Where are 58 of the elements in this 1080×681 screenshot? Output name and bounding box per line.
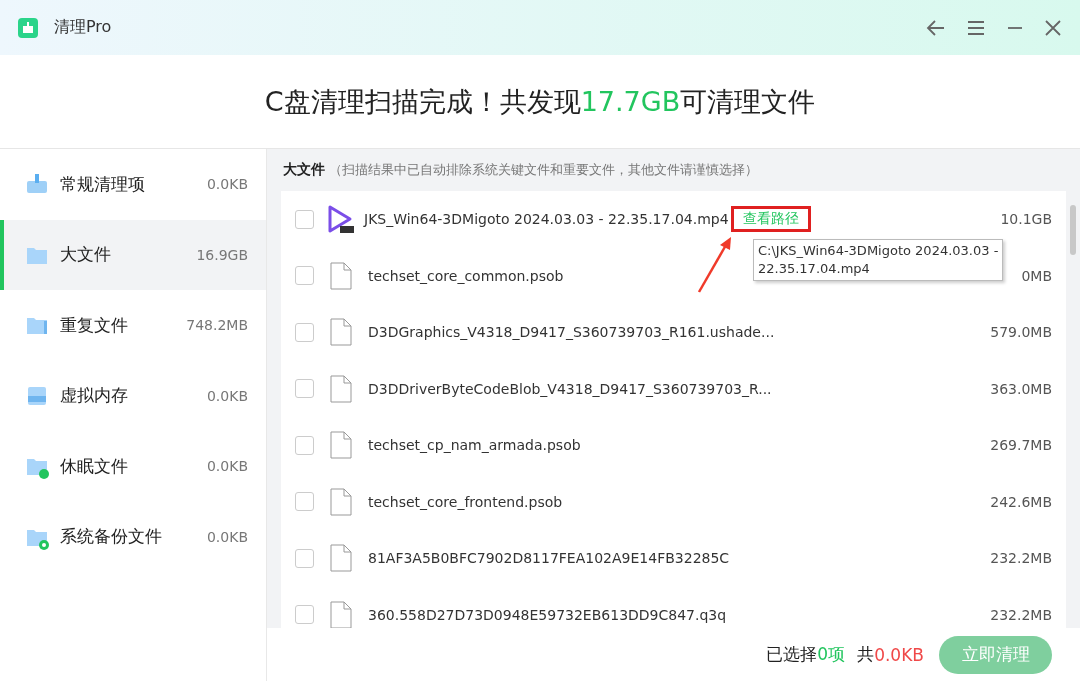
headline-text: C盘清理扫描完成！共发现	[264, 84, 581, 119]
file-name: techset_cp_nam_armada.psob	[368, 437, 581, 454]
file-name: 360.558D27D73D0948E59732EB613DD9C847.q3q	[368, 606, 727, 623]
file-icon	[330, 318, 352, 347]
play-icon	[326, 204, 354, 235]
app-logo-icon	[18, 17, 38, 38]
sidebar-size: 0.0KB	[206, 458, 248, 475]
file-size: 242.6MB	[990, 493, 1052, 510]
sidebar-label: 虚拟内存	[60, 384, 128, 408]
sidebar-label: 系统备份文件	[60, 525, 162, 549]
file-name: D3DDriverByteCodeBlob_V4318_D9417_S360739703_R...	[368, 380, 772, 397]
file-name: techset_core_frontend.psob	[368, 493, 563, 510]
sidebar-size: 16.9GB	[196, 246, 248, 263]
window-title: 清理Pro	[54, 17, 112, 38]
file-size: 10.1GB	[1000, 211, 1052, 228]
file-icon	[330, 431, 352, 460]
section-note: （扫描结果中已自动排除系统关键文件和重要文件，其他文件请谨慎选择）	[329, 161, 758, 179]
file-icon	[330, 374, 352, 403]
checkbox[interactable]	[295, 266, 314, 286]
file-name: 81AF3A5B0BFC7902D8117FEA102A9E14FB32285C	[368, 550, 730, 567]
file-size: 579.0MB	[990, 324, 1052, 341]
checkbox[interactable]	[295, 492, 314, 512]
sidebar-label: 常规清理项	[60, 172, 145, 196]
headline-text: 可清理文件	[680, 84, 816, 119]
file-icon	[330, 487, 352, 516]
sidebar-label: 大文件	[60, 243, 111, 267]
file-size: 0MB	[1021, 267, 1052, 284]
checkbox[interactable]	[295, 322, 314, 342]
file-size: 363.0MB	[990, 380, 1052, 397]
back-icon[interactable]	[926, 17, 946, 38]
selected-count: 0项	[817, 643, 846, 666]
checkbox[interactable]	[295, 605, 314, 625]
sidebar-label: 重复文件	[60, 313, 128, 337]
sidebar-size: 0.0KB	[206, 528, 248, 545]
checkbox[interactable]	[295, 379, 314, 399]
file-name: techset_core_common.psob	[368, 267, 564, 284]
sidebar-label: 休眠文件	[60, 454, 128, 478]
file-name: JKS_Win64-3DMigoto 2024.03.03 - 22.35.17.04.mp4	[364, 211, 729, 228]
sidebar-item[interactable]: 大文件 16.9GB	[0, 219, 266, 290]
checkbox[interactable]	[295, 435, 314, 455]
selected-label: 已选择	[766, 643, 818, 666]
section-title: 大文件	[283, 161, 325, 179]
path-tooltip: C:\JKS_Win64-3DMigoto 2024.03.03 - 22.35.17.04.mp4	[753, 239, 1004, 281]
total-label: 共	[857, 643, 875, 666]
file-name: D3DGraphics_V4318_D9417_S360739703_R161.ushade...	[368, 324, 775, 341]
total-size: 0.0KB	[874, 644, 924, 665]
sidebar-size: 0.0KB	[206, 176, 248, 193]
file-size: 269.7MB	[990, 437, 1052, 454]
close-icon[interactable]	[1044, 17, 1062, 38]
file-icon	[330, 261, 352, 290]
file-icon	[330, 544, 352, 573]
sidebar-size: 0.0KB	[206, 387, 248, 404]
file-size: 232.2MB	[990, 550, 1052, 567]
checkbox[interactable]	[295, 548, 314, 568]
headline-amount: 17.7GB	[580, 86, 681, 117]
checkbox[interactable]	[295, 209, 314, 229]
sidebar-size: 748.2MB	[186, 317, 248, 334]
file-size: 232.2MB	[990, 606, 1052, 623]
